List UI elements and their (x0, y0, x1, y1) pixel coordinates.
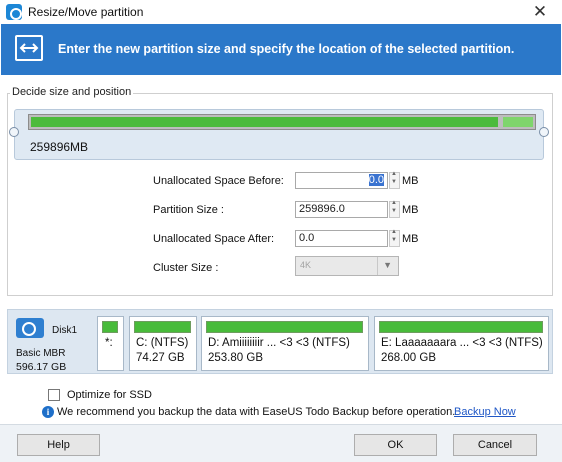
disk-icon (16, 318, 44, 338)
partition-size-spinner[interactable] (389, 200, 400, 218)
help-button[interactable]: Help (17, 434, 100, 456)
after-unit: MB (402, 233, 419, 245)
close-icon[interactable]: ✕ (526, 1, 554, 23)
disk-size: 596.17 GB (16, 361, 67, 373)
info-icon: i (42, 406, 54, 418)
partition-label: D: Amiiiiiiiir ... <3 <3 (NTFS) (208, 337, 350, 349)
disk-name: Disk1 (52, 325, 78, 336)
instruction-banner: Enter the new partition size and specify… (1, 24, 561, 75)
disk-map: Disk1 Basic MBR 596.17 GB *: C: (NTFS) 7… (7, 309, 553, 374)
partition-e[interactable]: E: Laaaaaaara ... <3 <3 (NTFS) 268.00 GB (374, 316, 549, 371)
before-unit: MB (402, 175, 419, 187)
disk-type: Basic MBR (16, 348, 66, 359)
title-bar: Resize/Move partition ✕ (0, 0, 562, 24)
partition-usage-bar (102, 321, 118, 333)
partition-free-fill (503, 117, 533, 127)
partition-bar[interactable] (28, 114, 536, 130)
after-input[interactable]: 0.0 (295, 230, 388, 247)
window-title: Resize/Move partition (28, 5, 144, 19)
cluster-size-select: 4K ▼ (295, 256, 399, 276)
partition-size-unit: MB (402, 204, 419, 216)
optimize-ssd-label[interactable]: Optimize for SSD (67, 389, 152, 401)
dialog-footer: Help OK Cancel (0, 424, 562, 462)
partition-usage-bar (379, 321, 543, 333)
before-label: Unallocated Space Before: (153, 175, 284, 187)
backup-recommendation: We recommend you backup the data with Ea… (57, 406, 456, 418)
partition-used-fill (31, 117, 498, 127)
partition-resize-area[interactable]: 259896MB (9, 109, 549, 160)
after-label: Unallocated Space After: (153, 233, 275, 245)
partition-d[interactable]: D: Amiiiiiiiir ... <3 <3 (NTFS) 253.80 G… (201, 316, 369, 371)
after-spinner[interactable] (389, 229, 400, 247)
backup-now-link[interactable]: Backup Now (454, 406, 516, 418)
resize-arrows-icon (15, 35, 43, 61)
partition-label: *: (105, 337, 113, 349)
optimize-ssd-checkbox[interactable] (48, 389, 60, 401)
combo-divider (377, 257, 378, 275)
cluster-size-value: 4K (300, 260, 312, 270)
size-position-group: Decide size and position 259896MB Unallo… (7, 86, 553, 296)
before-input[interactable]: 0.0 (295, 172, 388, 189)
partition-label: E: Laaaaaaara ... <3 <3 (NTFS) (381, 337, 543, 349)
left-resize-handle[interactable] (9, 127, 19, 137)
partition-unallocated[interactable]: *: (97, 316, 124, 371)
banner-text: Enter the new partition size and specify… (58, 42, 515, 56)
partition-size-readout: 259896MB (30, 140, 89, 154)
before-value: 0.0 (368, 174, 384, 186)
chevron-down-icon: ▼ (383, 260, 392, 270)
partition-usage-bar (206, 321, 363, 333)
partition-size-input[interactable]: 259896.0 (295, 201, 388, 218)
before-spinner[interactable] (389, 171, 400, 189)
cancel-button[interactable]: Cancel (453, 434, 537, 456)
partition-size-label: Partition Size : (153, 204, 224, 216)
partition-label: C: (NTFS) (136, 337, 189, 349)
partition-size: 268.00 GB (381, 352, 436, 364)
partition-size: 253.80 GB (208, 352, 263, 364)
partition-c[interactable]: C: (NTFS) 74.27 GB (129, 316, 197, 371)
right-resize-handle[interactable] (539, 127, 549, 137)
cluster-size-label: Cluster Size : (153, 262, 219, 274)
partition-size: 74.27 GB (136, 352, 185, 364)
group-legend: Decide size and position (10, 86, 134, 98)
partition-usage-bar (134, 321, 191, 333)
app-icon (6, 4, 22, 20)
ok-button[interactable]: OK (354, 434, 437, 456)
